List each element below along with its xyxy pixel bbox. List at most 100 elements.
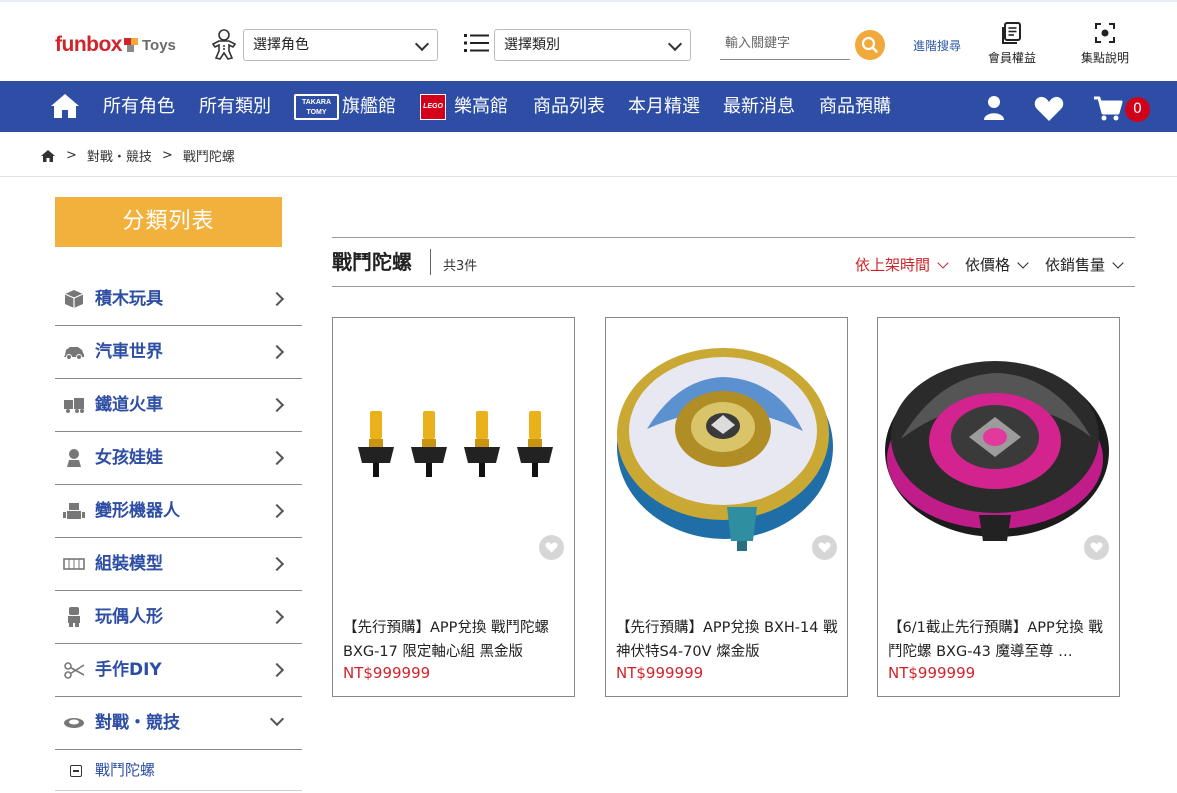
model-kit-icon [63,558,85,570]
sidebar-item-cars[interactable]: 汽車世界 [55,326,302,379]
product-card[interactable]: 【先行預購】APP兌換 戰鬥陀螺 BXG-17 限定軸心組 黑金版 NT$999… [332,317,575,697]
scissors-icon [64,662,85,679]
member-card-icon [1002,22,1021,44]
product-price: NT$999999 [888,664,976,682]
sidebar-item-label: 玩偶人形 [95,607,163,627]
collapse-icon [70,765,82,777]
chevron-right-icon [269,503,285,519]
nav-preorder[interactable]: 商品預購 [819,81,891,132]
list-icon [464,34,489,52]
top-header: funbox Toys 選擇角色 選擇類別 輸入關鍵字 進階搜尋 會員權益 集點… [0,0,1177,81]
home-icon[interactable] [40,149,56,163]
category-select[interactable]: 選擇類別 [494,29,691,61]
category-select-value: 選擇類別 [504,37,560,53]
advanced-search-link[interactable]: 進階搜尋 [913,37,961,54]
chevron-down-icon [1017,257,1029,269]
sidebar-item-blocks[interactable]: 積木玩具 [55,273,302,326]
sidebar-subitem-beyblade[interactable]: 戰鬥陀螺 [55,750,302,791]
chevron-right-icon [269,291,285,307]
heart-icon [1090,542,1103,553]
sort-by-newest[interactable]: 依上架時間 [855,254,949,275]
sidebar-item-diy[interactable]: 手作DIY [55,644,302,697]
heart-icon [545,542,558,553]
product-name[interactable]: 【先行預購】APP兌換 BXH-14 戰神伏特S4-70V 燦金版 [616,616,838,664]
logo-subtext: Toys [141,36,176,54]
add-to-wishlist-button[interactable] [812,535,837,560]
sidebar-item-label: 組裝模型 [95,554,163,574]
search-icon [861,36,878,53]
sidebar-item-battle[interactable]: 對戰・競技 [55,697,302,750]
chevron-down-icon [1112,257,1124,269]
result-count: 共3件 [443,259,478,274]
chevron-right-icon [269,556,285,572]
product-name[interactable]: 【6/1截止先行預購】APP兌換 戰鬥陀螺 BXG-43 魔導至尊 … [888,616,1110,664]
nav-all-characters[interactable]: 所有角色 [103,81,175,132]
product-price: NT$999999 [343,664,431,682]
wishlist-heart-icon[interactable] [1034,96,1064,122]
product-image [885,361,1109,541]
breadcrumb-current: 戰鬥陀螺 [182,150,235,165]
nav-product-list[interactable]: 商品列表 [533,81,605,132]
logo-cube-icon [123,38,138,52]
chevron-right-icon [269,662,285,678]
sort-by-price[interactable]: 依價格 [965,254,1029,275]
add-to-wishlist-button[interactable] [539,535,564,560]
logo-text: funbox [55,33,122,56]
page-title: 戰鬥陀螺 [332,250,412,274]
sidebar-item-label: 積木玩具 [95,289,163,309]
scan-icon [1095,23,1115,43]
sidebar-item-label: 對戰・競技 [95,713,180,733]
sidebar-item-robots[interactable]: 變形機器人 [55,485,302,538]
home-icon[interactable] [49,92,81,120]
product-price: NT$999999 [616,664,704,682]
sidebar-item-trains[interactable]: 鐵道火車 [55,379,302,432]
sidebar-title: 分類列表 [55,197,282,247]
breadcrumb-separator: > [66,148,77,163]
user-icon[interactable] [983,95,1005,121]
sidebar-subitem-label: 戰鬥陀螺 [95,761,156,779]
points-info-label: 集點說明 [1080,51,1129,65]
product-name[interactable]: 【先行預購】APP兌換 戰鬥陀螺 BXG-17 限定軸心組 黑金版 [343,616,565,664]
funbox-logo[interactable]: funbox Toys [55,33,176,57]
product-card[interactable]: 【6/1截止先行預購】APP兌換 戰鬥陀螺 BXG-43 魔導至尊 … NT$9… [877,317,1120,697]
train-icon [64,398,84,413]
sidebar-item-figures[interactable]: 玩偶人形 [55,591,302,644]
product-card[interactable]: 【先行預購】APP兌換 BXH-14 戰神伏特S4-70V 燦金版 NT$999… [605,317,848,697]
heart-icon [818,542,831,553]
points-info-link[interactable]: 集點說明 [1075,22,1135,66]
member-benefits-link[interactable]: 會員權益 [982,22,1042,66]
chevron-right-icon [269,609,285,625]
nav-lego-hall[interactable]: LEGO 樂高館 [420,81,508,132]
nav-latest-news[interactable]: 最新消息 [723,81,795,132]
sidebar-item-dolls[interactable]: 女孩娃娃 [55,432,302,485]
sidebar-item-model-kits[interactable]: 組裝模型 [55,538,302,591]
sidebar-item-label: 汽車世界 [95,342,163,362]
chevron-down-icon [667,36,683,52]
chevron-right-icon [269,397,285,413]
robot-icon [63,503,85,519]
nav-takara-tomy-flagship[interactable]: TAKARA TOMY 旗艦館 [294,81,396,132]
cart-count-badge: 0 [1125,97,1150,122]
nav-monthly-picks[interactable]: 本月精選 [628,81,700,132]
search-button[interactable] [855,30,885,60]
chevron-right-icon [269,344,285,360]
breadcrumb: > 對戰・競技 > 戰鬥陀螺 [40,146,235,165]
search-input[interactable]: 輸入關鍵字 [720,30,850,60]
character-select[interactable]: 選擇角色 [243,29,438,61]
breadcrumb-level1[interactable]: 對戰・競技 [87,146,152,165]
breadcrumb-divider [0,176,1177,177]
cart-icon[interactable] [1093,96,1123,122]
car-icon [64,347,84,360]
character-select-value: 選擇角色 [253,37,309,53]
product-image [358,411,553,477]
title-separator [430,249,431,275]
sidebar-item-label: 變形機器人 [95,501,180,521]
nav-all-categories[interactable]: 所有類別 [199,81,271,132]
add-to-wishlist-button[interactable] [1084,535,1109,560]
doll-icon [67,449,81,467]
sidebar-item-label: 鐵道火車 [95,395,163,415]
chevron-right-icon [269,450,285,466]
sort-by-sales[interactable]: 依銷售量 [1045,254,1124,275]
chevron-down-icon [414,36,430,52]
breadcrumb-separator: > [161,148,173,163]
